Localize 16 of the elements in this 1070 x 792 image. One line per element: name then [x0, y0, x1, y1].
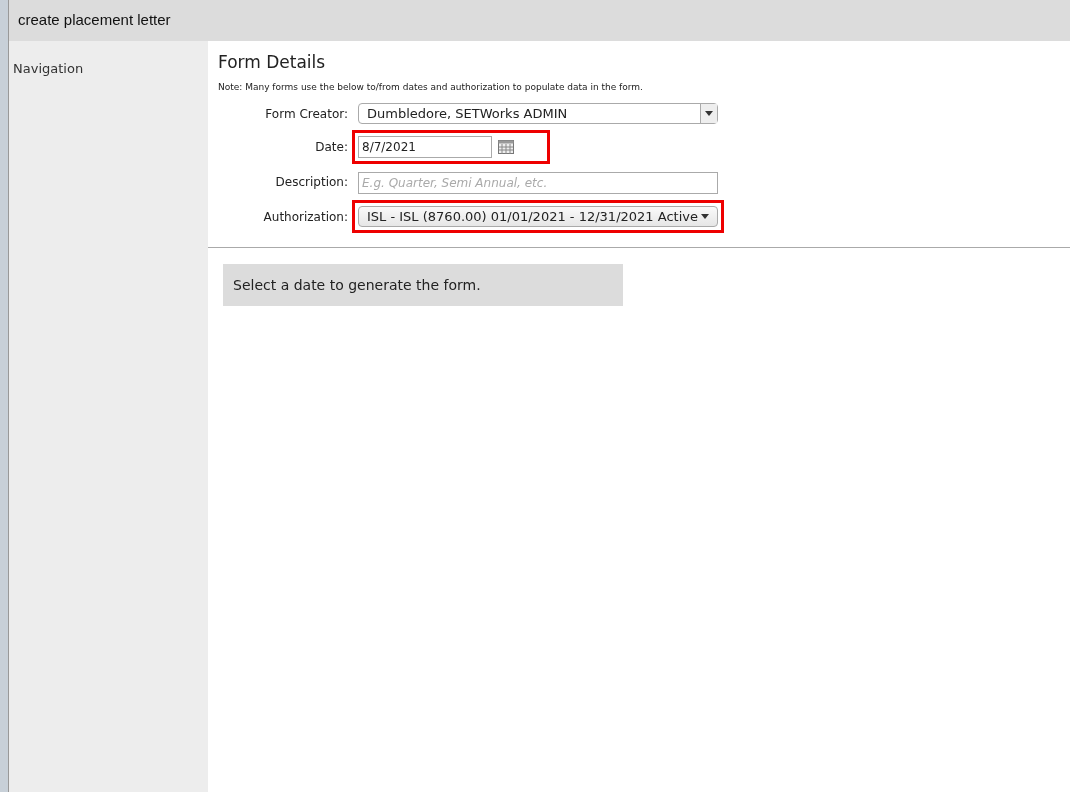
select-field[interactable]: Dumbledore, SETWorks ADMIN [358, 103, 718, 124]
field-label: Authorization: [262, 208, 349, 226]
caret-icon [701, 214, 709, 219]
calendar-icon[interactable] [498, 140, 514, 154]
window-title: create placement letter [18, 10, 171, 31]
form-title: Form Details [218, 51, 327, 74]
info-message: Select a date to generate the form. [223, 264, 623, 306]
sidebar-title: Navigation [13, 61, 84, 76]
field-label: Date: [314, 139, 349, 156]
caret-icon [705, 111, 713, 116]
field-label: Form Creator: [264, 105, 349, 123]
field-label: Description: [274, 174, 349, 191]
form-note: Note: Many forms use the below to/from dates and authorization to populate data in the form. [218, 80, 644, 94]
date-field[interactable]: 8/7/2021 [358, 136, 492, 158]
description-field[interactable]: E.g. Quarter, Semi Annual, etc. [358, 172, 718, 194]
select-field[interactable]: ISL - ISL (8760.00) 01/01/2021 - 12/31/2021 Active [358, 206, 718, 227]
